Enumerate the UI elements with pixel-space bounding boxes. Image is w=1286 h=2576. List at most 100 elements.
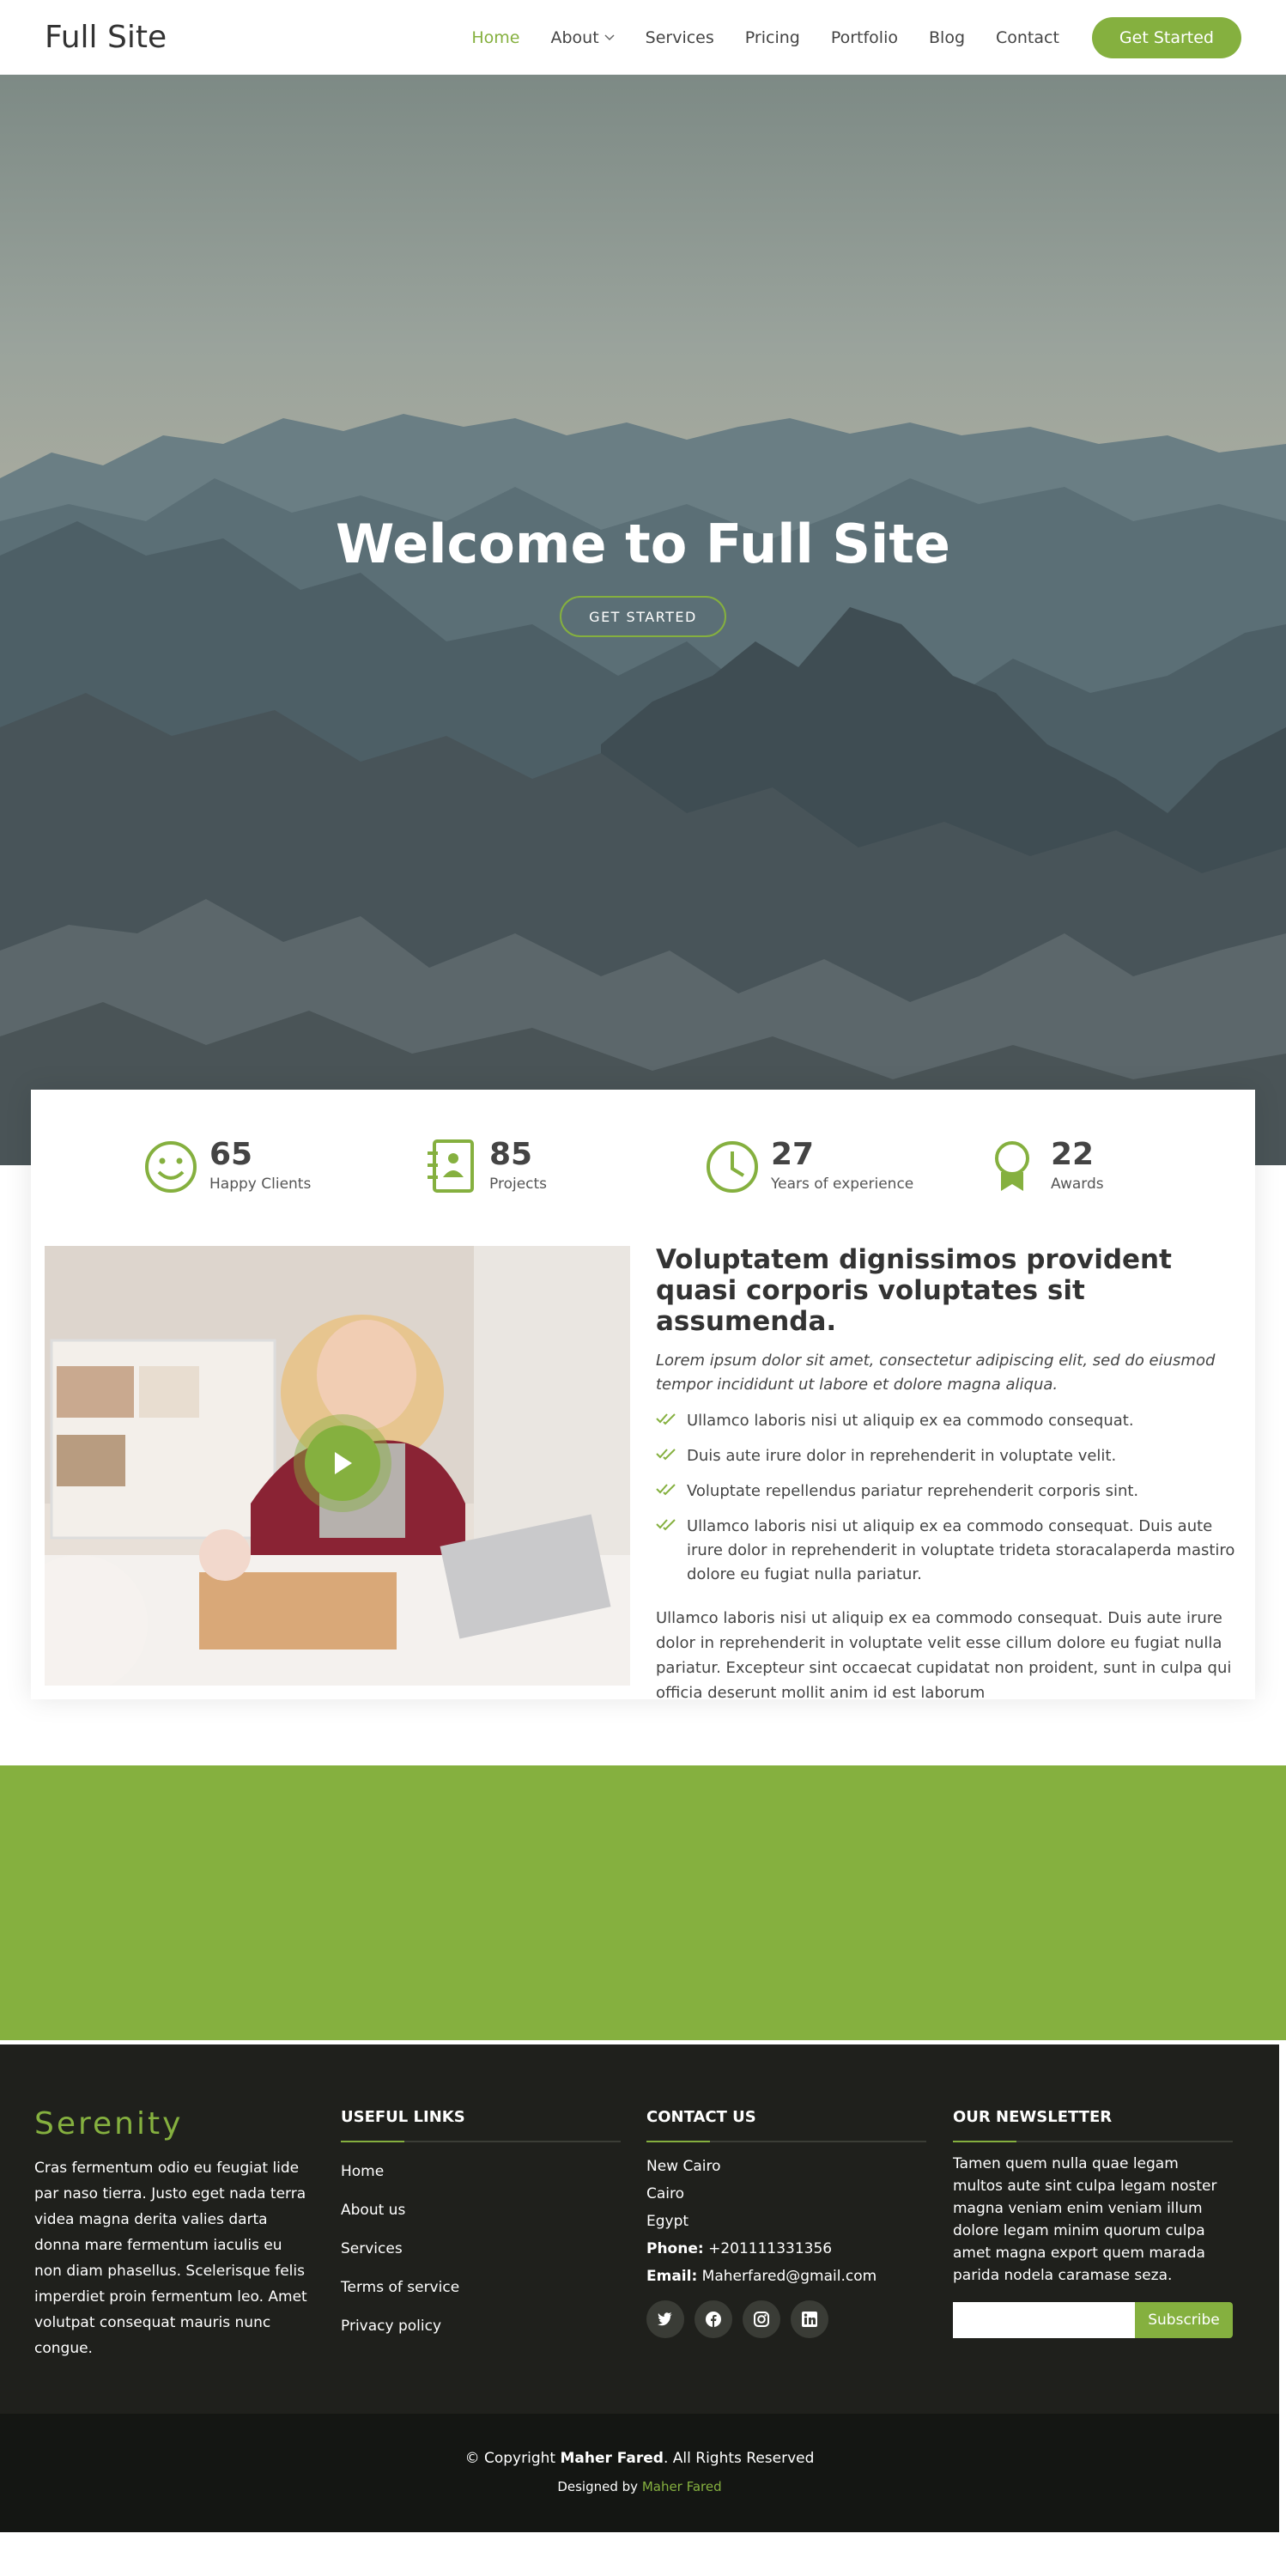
nav-services[interactable]: Services (646, 28, 714, 47)
nav-about-label: About (550, 27, 599, 47)
about-lead: Lorem ipsum dolor sit amet, consectetur … (656, 1352, 1216, 1394)
list-item-text: Ullamco laboris nisi ut aliquip ex ea co… (687, 1517, 1235, 1583)
list-item: Ullamco laboris nisi ut aliquip ex ea co… (656, 1515, 1236, 1587)
video-thumbnail[interactable] (45, 1246, 630, 1686)
email-line: Email: Maherfared@gmail.com (646, 2263, 926, 2290)
nav-pricing-label: Pricing (744, 27, 800, 47)
list-item: Duis aute irure dolor in reprehenderit i… (656, 1444, 1236, 1468)
footer-links: Home About us Services Terms of service … (341, 2153, 621, 2346)
footer-contact-title: CONTACT US (646, 2108, 756, 2126)
footer-link-about[interactable]: About us (341, 2191, 621, 2230)
footer-brand-column: Serenity Cras fermentum odio eu feugiat … (34, 2106, 307, 2361)
address-line: Cairo (646, 2185, 685, 2202)
double-check-icon (656, 1444, 680, 1468)
stat-value: 22 (1051, 1137, 1095, 1172)
designed-by-text: Designed by Maher Fared (0, 2479, 1279, 2494)
copyright-text: © Copyright Maher Fared. All Rights Rese… (0, 2450, 1279, 2467)
double-check-icon (656, 1479, 680, 1504)
footer-brand-text: Cras fermentum odio eu feugiat lide par … (34, 2160, 307, 2357)
smile-icon (145, 1141, 197, 1193)
list-item: Ullamco laboris nisi ut aliquip ex ea co… (656, 1409, 1236, 1433)
hero-section: Welcome to Full Site GET STARTED (0, 75, 1286, 1165)
about-paragraph: Ullamco laboris nisi ut aliquip ex ea co… (656, 1609, 1232, 1702)
site-footer: Serenity Cras fermentum odio eu feugiat … (0, 2044, 1279, 2414)
email-label: Email: (646, 2268, 698, 2285)
twitter-icon[interactable] (646, 2300, 684, 2338)
designer-link[interactable]: Maher Fared (642, 2479, 722, 2494)
footer-links-title: USEFUL LINKS (341, 2108, 465, 2126)
divider (341, 2141, 621, 2142)
site-logo[interactable]: Full Site (45, 20, 167, 55)
stat-years: 27 Years of experience (706, 1138, 913, 1194)
site-header: Full Site Home About Services Pricing Po… (0, 0, 1286, 75)
footer-link-home[interactable]: Home (341, 2153, 621, 2191)
stat-value: 27 (771, 1137, 815, 1172)
footer-contact-column: CONTACT US New Cairo Cairo Egypt Phone: … (646, 2108, 926, 2338)
copyright-name: Maher Fared (560, 2450, 664, 2467)
contact-info: New Cairo Cairo Egypt Phone: +2011113313… (646, 2153, 926, 2290)
footer-link-services[interactable]: Services (341, 2230, 621, 2269)
get-started-button[interactable]: Get Started (1091, 16, 1241, 58)
nav-contact-label: Contact (996, 27, 1059, 47)
subscribe-button[interactable]: Subscribe (1135, 2302, 1233, 2338)
phone-number[interactable]: +201111331356 (708, 2240, 832, 2257)
footer-link-terms[interactable]: Terms of service (341, 2269, 621, 2307)
footer-link-privacy[interactable]: Privacy policy (341, 2307, 621, 2346)
divider (646, 2141, 926, 2142)
nav-about[interactable]: About (550, 27, 615, 47)
about-card: 65 Happy Clients 85 Projects 27 Years of ex… (31, 1090, 1255, 1702)
double-check-icon (656, 1409, 680, 1433)
stat-value: 85 (489, 1137, 533, 1172)
about-checklist: Ullamco laboris nisi ut aliquip ex ea co… (656, 1409, 1236, 1587)
hero-get-started-button[interactable]: GET STARTED (560, 596, 726, 637)
email-address[interactable]: Maherfared@gmail.com (702, 2268, 877, 2285)
linkedin-icon[interactable] (791, 2300, 828, 2338)
nav-home[interactable]: Home (471, 28, 519, 47)
divider (953, 2141, 1233, 2142)
newsletter-form: Subscribe (953, 2302, 1233, 2338)
double-check-icon (656, 1515, 680, 1539)
stat-label: Awards (1051, 1176, 1104, 1193)
nav-home-label: Home (471, 27, 520, 47)
facebook-icon[interactable] (695, 2300, 732, 2338)
footer-newsletter-title: OUR NEWSLETTER (953, 2108, 1113, 2126)
nav-services-label: Services (645, 27, 714, 47)
nav-portfolio[interactable]: Portfolio (831, 28, 898, 47)
phone-line: Phone: +201111331356 (646, 2235, 926, 2263)
footer-brand: Serenity (34, 2106, 184, 2142)
stat-projects: 85 Projects (424, 1138, 547, 1194)
stat-label: Years of experience (771, 1176, 914, 1193)
address-line: Egypt (646, 2213, 689, 2230)
green-band-section (0, 1765, 1286, 2040)
newsletter-text: Tamen quem nulla quae legam multos aute … (953, 2155, 1217, 2284)
newsletter-email-input[interactable] (953, 2302, 1135, 2338)
nav-contact[interactable]: Contact (996, 28, 1059, 47)
hero-title: Welcome to Full Site (336, 513, 950, 575)
stats-row: 65 Happy Clients 85 Projects 27 Years of ex… (31, 1138, 1255, 1203)
copyright-prefix: © Copyright (464, 2450, 561, 2467)
stat-label: Happy Clients (209, 1176, 312, 1193)
clock-icon (707, 1141, 758, 1193)
list-item: Voluptate repellendus pariatur reprehend… (656, 1479, 1236, 1504)
copyright-suffix: . All Rights Reserved (663, 2450, 815, 2467)
stat-label: Projects (489, 1176, 548, 1193)
phone-label: Phone: (646, 2240, 704, 2257)
play-button[interactable] (305, 1425, 380, 1501)
list-item-text: Ullamco laboris nisi ut aliquip ex ea co… (687, 1412, 1134, 1430)
nav-pricing[interactable]: Pricing (745, 28, 800, 47)
award-icon (995, 1141, 1029, 1191)
nav-blog-label: Blog (929, 27, 965, 47)
list-item-text: Voluptate repellendus pariatur reprehend… (687, 1482, 1139, 1500)
chevron-down-icon (604, 33, 615, 40)
stat-value: 65 (209, 1137, 253, 1172)
about-title: Voluptatem dignissimos provident quasi c… (656, 1244, 1172, 1337)
copyright-bar: © Copyright Maher Fared. All Rights Rese… (0, 2414, 1279, 2532)
main-nav: Home About Services Pricing Portfolio Bl… (440, 16, 1241, 58)
social-links (646, 2300, 926, 2338)
nav-blog[interactable]: Blog (929, 28, 965, 47)
instagram-icon[interactable] (743, 2300, 780, 2338)
stat-happy-clients: 65 Happy Clients (144, 1138, 311, 1194)
nav-portfolio-label: Portfolio (830, 27, 898, 47)
address-line: New Cairo (646, 2158, 721, 2175)
footer-newsletter-column: OUR NEWSLETTER Tamen quem nulla quae leg… (953, 2108, 1233, 2338)
